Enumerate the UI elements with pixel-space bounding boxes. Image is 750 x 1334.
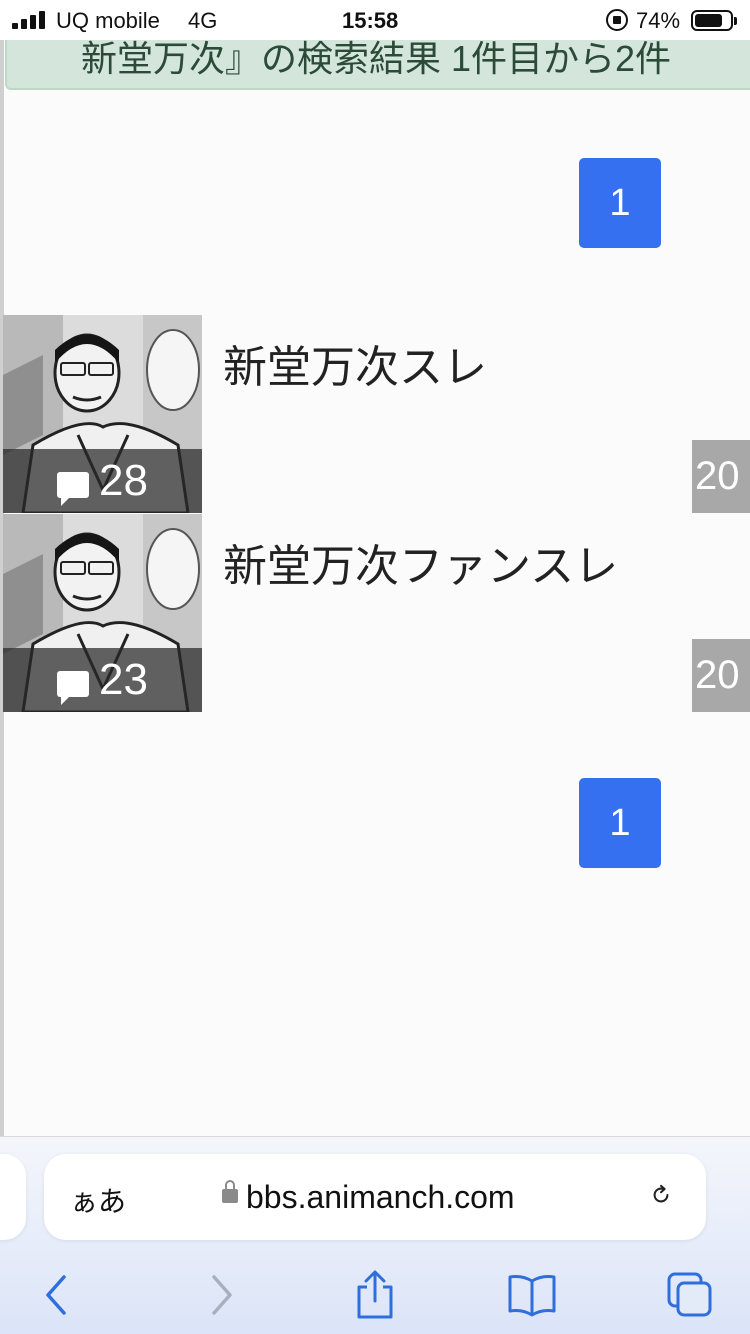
- address-bar[interactable]: ぁあ bbs.animanch.com: [44, 1154, 706, 1240]
- battery-icon: [691, 10, 737, 31]
- back-button[interactable]: [30, 1267, 86, 1323]
- thread-title[interactable]: 新堂万次ファンスレ: [223, 530, 618, 594]
- thread-item[interactable]: 28 新堂万次スレ 20: [3, 315, 750, 513]
- forward-button[interactable]: [192, 1267, 248, 1323]
- network-type: 4G: [188, 8, 218, 33]
- thread-date-badge: 20: [692, 440, 750, 513]
- thread-thumbnail: 28: [3, 315, 202, 513]
- carrier-name: UQ mobile: [56, 8, 160, 33]
- comment-bubble-icon: [57, 472, 90, 506]
- thread-title[interactable]: 新堂万次スレ: [223, 331, 487, 395]
- lock-icon: [222, 1180, 238, 1203]
- battery-percent: 74%: [636, 8, 681, 33]
- tabs-icon: [667, 1272, 712, 1317]
- tabs-button[interactable]: [662, 1267, 718, 1323]
- browser-bottom-bar: ぁあ bbs.animanch.com: [0, 1136, 750, 1334]
- thread-date-badge: 20: [692, 639, 750, 712]
- pagination-bottom-page-1[interactable]: 1: [579, 778, 661, 868]
- rotation-lock-icon: [606, 9, 628, 31]
- reply-count: 23: [99, 655, 148, 704]
- comment-bubble-icon: [57, 671, 90, 705]
- status-bar: UQ mobile 4G 15:58 74%: [0, 0, 750, 40]
- share-button[interactable]: [347, 1267, 403, 1323]
- cellular-signal-icon: [12, 11, 48, 29]
- reload-icon[interactable]: [650, 1184, 672, 1206]
- reply-count-overlay: 23: [3, 648, 202, 712]
- reply-count: 28: [99, 456, 148, 505]
- forward-arrow-icon: [212, 1275, 232, 1315]
- thread-thumbnail: 23: [3, 514, 202, 712]
- back-arrow-icon: [46, 1275, 66, 1315]
- pagination-top-page-1[interactable]: 1: [579, 158, 661, 248]
- open-book-icon: [508, 1275, 556, 1317]
- text-size-button[interactable]: ぁあ: [70, 1180, 126, 1220]
- status-clock: 15:58: [342, 8, 399, 33]
- previous-tab-preview[interactable]: [0, 1154, 26, 1240]
- reply-count-overlay: 28: [3, 449, 202, 513]
- bookmarks-button[interactable]: [504, 1267, 560, 1323]
- url-text[interactable]: bbs.animanch.com: [246, 1179, 515, 1216]
- thread-item[interactable]: 23 新堂万次ファンスレ 20: [3, 514, 750, 712]
- share-icon: [357, 1270, 393, 1319]
